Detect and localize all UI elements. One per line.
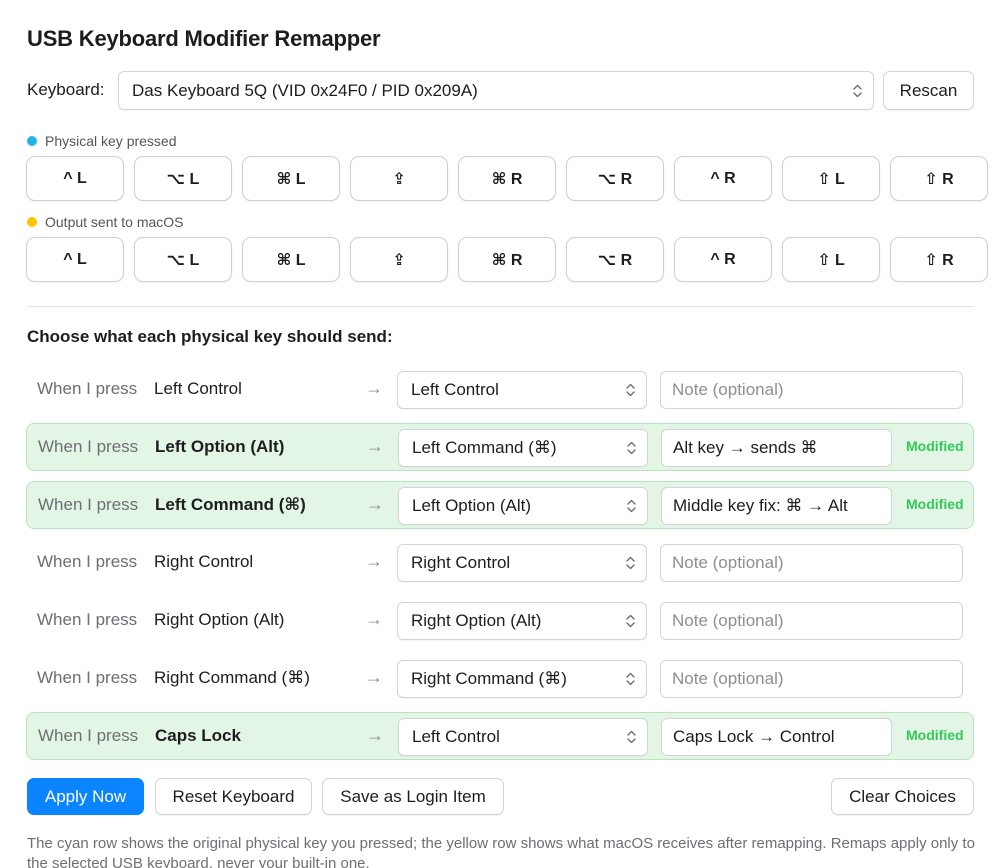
destination-select-value: Right Command (⌘) — [411, 669, 567, 688]
destination-select-value: Left Option (Alt) — [412, 496, 532, 515]
chevron-updown-icon — [626, 672, 635, 686]
physical-key: ⌥ L — [134, 156, 232, 201]
chevron-updown-icon — [626, 556, 635, 570]
destination-select[interactable]: Left Option (Alt) — [398, 487, 648, 525]
physical-key: ⇪ — [350, 156, 448, 201]
source-key-label: Right Control — [154, 552, 254, 571]
output-key: ⇪ — [350, 237, 448, 282]
destination-select-value: Left Command (⌘) — [412, 438, 557, 457]
legend-output-label: Output sent to macOS — [45, 214, 184, 230]
destination-select-value: Right Option (Alt) — [411, 611, 542, 630]
chevron-updown-icon — [853, 84, 862, 97]
destination-select-value: Right Control — [411, 553, 511, 572]
physical-keys-row: ^ L ⌥ L ⌘ L ⇪ ⌘ R ⌥ R ^ R ⇧ L ⇧ R — [26, 156, 988, 201]
note-input[interactable]: Note (optional) — [660, 544, 963, 582]
physical-key: ⇧ R — [890, 156, 988, 201]
section-title: Choose what each physical key should sen… — [27, 327, 393, 346]
mapping-row: When I press Right Command (⌘) → Right C… — [26, 655, 974, 703]
when-label: When I press — [38, 495, 139, 514]
arrow-right-icon: → — [365, 378, 383, 398]
when-label: When I press — [37, 552, 138, 571]
note-input[interactable]: Note (optional) — [660, 660, 963, 698]
arrow-right-icon: → — [366, 725, 384, 745]
chevron-updown-icon — [627, 499, 636, 513]
keyboard-select-value: Das Keyboard 5Q (VID 0x24F0 / PID 0x209A… — [132, 80, 478, 100]
clear-choices-button[interactable]: Clear Choices — [831, 778, 974, 815]
destination-select-value: Left Control — [411, 380, 499, 399]
physical-key: ^ R — [674, 156, 772, 201]
note-input[interactable]: Note (optional) — [660, 602, 963, 640]
destination-select[interactable]: Left Control — [397, 371, 647, 409]
keyboard-picker-row: Keyboard: Das Keyboard 5Q (VID 0x24F0 / … — [27, 71, 974, 110]
output-key: ⌘ L — [242, 237, 340, 282]
output-key: ⌘ R — [458, 237, 556, 282]
output-key: ⌥ L — [134, 237, 232, 282]
physical-key: ⌥ R — [566, 156, 664, 201]
arrow-right-icon: → — [366, 494, 384, 514]
when-label: When I press — [37, 668, 138, 687]
note-input[interactable]: Caps Lock → Control — [661, 718, 892, 756]
modified-badge: Modified — [906, 727, 964, 743]
source-key-label: Right Option (Alt) — [154, 610, 285, 629]
arrow-right-icon: → — [365, 667, 383, 687]
when-label: When I press — [37, 379, 138, 398]
chevron-updown-icon — [627, 441, 636, 455]
modified-badge: Modified — [906, 496, 964, 512]
output-keys-row: ^ L ⌥ L ⌘ L ⇪ ⌘ R ⌥ R ^ R ⇧ L ⇧ R — [26, 237, 988, 282]
note-input[interactable]: Alt key → sends ⌘ — [661, 429, 892, 467]
destination-select[interactable]: Right Control — [397, 544, 647, 582]
arrow-right-icon: → — [365, 609, 383, 629]
arrow-right-icon: → — [366, 436, 384, 456]
legend-output: Output sent to macOS — [27, 214, 184, 230]
output-key: ^ R — [674, 237, 772, 282]
physical-key: ⌘ R — [458, 156, 556, 201]
destination-select[interactable]: Left Control — [398, 718, 648, 756]
mapping-row: When I press Caps Lock → Left Control Ca… — [26, 712, 974, 760]
save-login-item-button[interactable]: Save as Login Item — [322, 778, 504, 815]
mapping-row: When I press Right Option (Alt) → Right … — [26, 597, 974, 645]
physical-key: ⌘ L — [242, 156, 340, 201]
output-key: ⇧ L — [782, 237, 880, 282]
output-key: ⌥ R — [566, 237, 664, 282]
footnote: The cyan row shows the original physical… — [27, 835, 975, 868]
physical-key: ^ L — [26, 156, 124, 201]
keyboard-select[interactable]: Das Keyboard 5Q (VID 0x24F0 / PID 0x209A… — [118, 71, 874, 110]
chevron-updown-icon — [626, 614, 635, 628]
mapping-row: When I press Left Option (Alt) → Left Co… — [26, 423, 974, 471]
when-label: When I press — [38, 726, 139, 745]
page-title: USB Keyboard Modifier Remapper — [27, 26, 381, 51]
destination-select[interactable]: Left Command (⌘) — [398, 429, 648, 467]
source-key-label: Left Option (Alt) — [155, 437, 285, 456]
mapping-row: When I press Right Control → Right Contr… — [26, 539, 974, 587]
source-key-label: Right Command (⌘) — [154, 668, 310, 687]
reset-keyboard-button[interactable]: Reset Keyboard — [155, 778, 312, 815]
mapping-row: When I press Left Control → Left Control… — [26, 366, 974, 414]
physical-key: ⇧ L — [782, 156, 880, 201]
modified-badge: Modified — [906, 438, 964, 454]
destination-select[interactable]: Right Option (Alt) — [397, 602, 647, 640]
output-key: ⇧ R — [890, 237, 988, 282]
destination-select-value: Left Control — [412, 727, 500, 746]
divider — [27, 306, 974, 307]
legend-physical: Physical key pressed — [27, 133, 177, 149]
rescan-button[interactable]: Rescan — [883, 71, 974, 110]
destination-select[interactable]: Right Command (⌘) — [397, 660, 647, 698]
arrow-right-icon: → — [365, 551, 383, 571]
keyboard-label: Keyboard: — [27, 80, 105, 99]
chevron-updown-icon — [626, 383, 635, 397]
chevron-updown-icon — [627, 730, 636, 744]
mapping-row: When I press Left Command (⌘) → Left Opt… — [26, 481, 974, 529]
apply-now-button[interactable]: Apply Now — [27, 778, 144, 815]
source-key-label: Caps Lock — [155, 726, 241, 745]
when-label: When I press — [38, 437, 139, 456]
note-input[interactable]: Middle key fix: ⌘ → Alt — [661, 487, 892, 525]
legend-physical-label: Physical key pressed — [45, 133, 177, 149]
source-key-label: Left Command (⌘) — [155, 495, 306, 514]
output-key: ^ L — [26, 237, 124, 282]
source-key-label: Left Control — [154, 379, 242, 398]
note-input[interactable]: Note (optional) — [660, 371, 963, 409]
when-label: When I press — [37, 610, 138, 629]
yellow-dot-icon — [27, 217, 37, 227]
cyan-dot-icon — [27, 136, 37, 146]
